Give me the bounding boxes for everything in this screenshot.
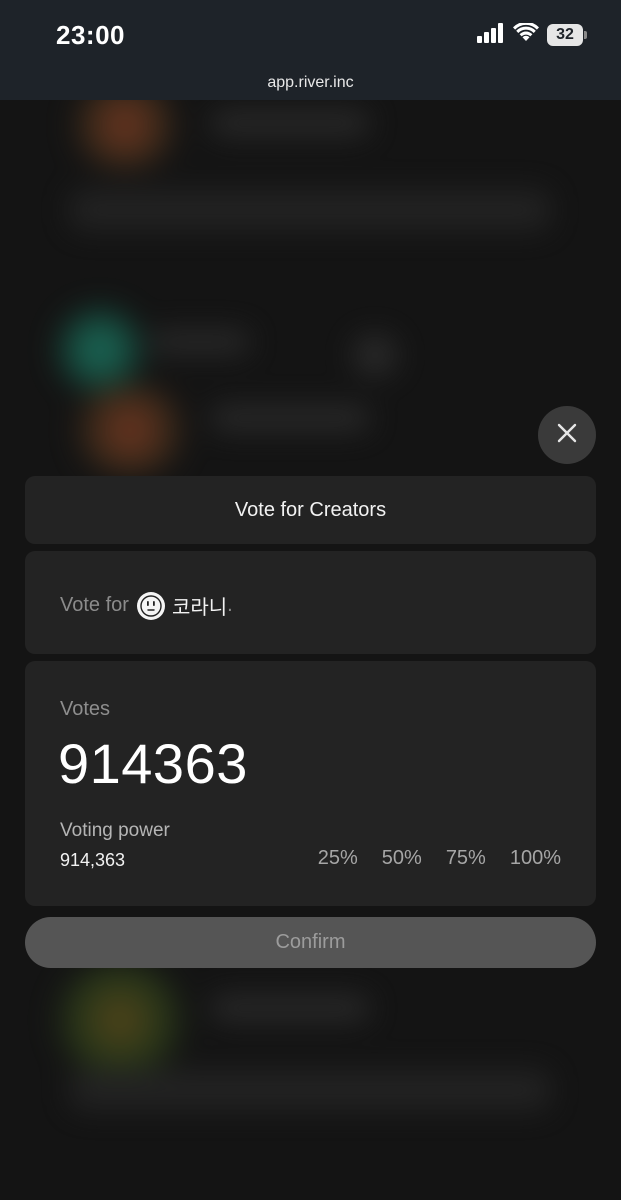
status-time: 23:00 [56,20,125,50]
percent-options: 25% 50% 75% 100% [318,847,561,870]
creator-name: 코라니 [171,597,228,619]
modal-title: Vote for Creators [234,498,387,521]
vote-target-card: Vote for 코라니 . [25,551,596,654]
vote-for-label: Vote for [60,594,129,616]
percent-50-button[interactable]: 50% [382,847,422,870]
status-icons: 32 [477,21,587,48]
confirm-label: Confirm [275,931,346,953]
votes-label: Votes [60,698,111,720]
screen: 23:00 32 app.river.inc Vote for Creators… [0,0,621,1200]
address-bar-url[interactable]: app.river.inc [0,74,621,92]
modal-header: Vote for Creators [25,476,596,544]
percent-25-button[interactable]: 25% [318,847,358,870]
close-button[interactable] [538,406,596,464]
cellular-signal-icon [477,22,505,48]
vote-target: Vote for 코라니 . [60,591,233,620]
votes-input[interactable]: 914363 [58,731,248,796]
sentence-period: . [227,594,233,616]
voting-power-label: Voting power [60,820,170,841]
battery-icon: 32 [547,24,587,46]
voting-power-value: 914,363 [60,850,126,870]
percent-100-button[interactable]: 100% [510,847,561,870]
percent-75-button[interactable]: 75% [446,847,486,870]
status-bar: 23:00 32 app.river.inc [0,0,621,100]
creator-avatar-icon [136,591,165,620]
confirm-button[interactable]: Confirm [25,917,596,968]
close-icon [557,423,577,448]
wifi-icon [513,21,539,48]
votes-card: Votes 914363 Voting power 914,363 25% 50… [25,661,596,906]
